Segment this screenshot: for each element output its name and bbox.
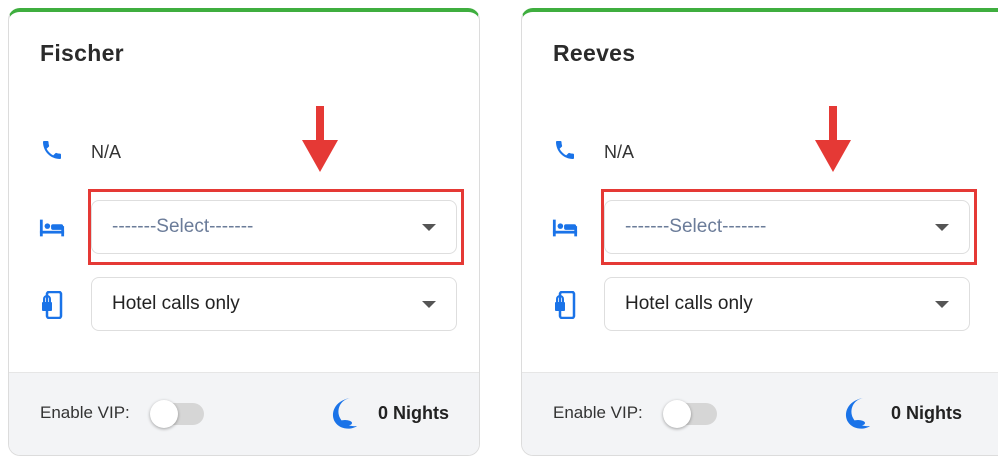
toggle-knob	[150, 400, 178, 428]
card-footer: Enable VIP: 0 Nights	[9, 372, 479, 455]
bed-icon	[39, 215, 65, 241]
phone-icon	[552, 137, 578, 163]
call-option-select[interactable]: Hotel calls only	[91, 277, 457, 331]
vip-label: Enable VIP:	[40, 403, 130, 422]
card-footer: Enable VIP: 0 Nights	[522, 372, 998, 455]
chevron-down-icon	[422, 301, 436, 308]
guest-card: Reeves N/A -------Select------- Hotel ca…	[521, 8, 998, 456]
guest-card: Fischer N/A -------Select------- Hotel c…	[8, 8, 480, 456]
highlight-annotation	[88, 189, 464, 265]
call-option-value: Hotel calls only	[112, 293, 240, 314]
call-option-select[interactable]: Hotel calls only	[604, 277, 970, 331]
vip-toggle[interactable]	[663, 400, 717, 428]
highlight-annotation	[601, 189, 977, 265]
nights-count: 0 Nights	[890, 402, 962, 423]
phone-lock-icon	[39, 291, 65, 319]
vip-label: Enable VIP:	[553, 403, 643, 422]
phone-icon	[39, 137, 65, 163]
nights-display: 0 Nights	[843, 395, 962, 431]
bed-icon	[552, 215, 578, 241]
toggle-knob	[663, 400, 691, 428]
guest-name: Fischer	[40, 40, 124, 66]
call-option-value: Hotel calls only	[625, 293, 753, 314]
nights-display: 0 Nights	[330, 395, 449, 431]
moon-icon	[845, 398, 870, 429]
vip-toggle[interactable]	[150, 400, 204, 428]
phone-number: N/A	[604, 142, 635, 162]
moon-icon	[332, 398, 357, 429]
guest-name: Reeves	[553, 40, 636, 66]
phone-lock-icon	[552, 291, 578, 319]
chevron-down-icon	[935, 301, 949, 308]
phone-number: N/A	[91, 142, 122, 162]
red-arrow-annotation	[811, 106, 855, 176]
nights-count: 0 Nights	[377, 402, 449, 423]
red-arrow-annotation	[298, 106, 342, 176]
